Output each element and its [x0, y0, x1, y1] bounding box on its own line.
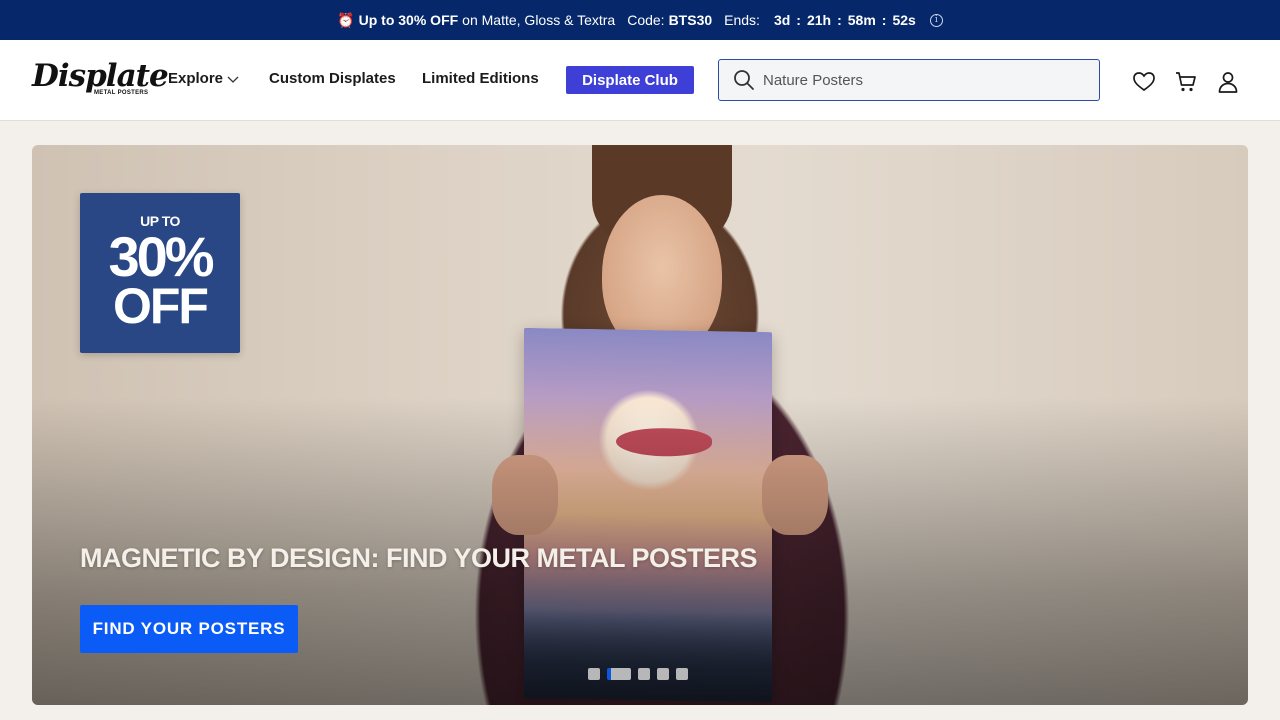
carousel-dots	[588, 668, 688, 680]
discount-badge: UP TO 30% OFF	[80, 193, 240, 353]
carousel-dot-2[interactable]	[607, 668, 631, 680]
carousel-dot-4[interactable]	[657, 668, 669, 680]
promo-code-label: Code:	[627, 12, 665, 28]
info-icon[interactable]: i	[929, 13, 943, 27]
carousel-dot-5[interactable]	[676, 668, 688, 680]
alarm-clock-icon: ⏰	[337, 11, 355, 28]
hero-title: MAGNETIC BY DESIGN: FIND YOUR METAL POST…	[80, 543, 758, 573]
cart-icon[interactable]	[1174, 70, 1198, 94]
nav-custom-displates[interactable]: Custom Displates	[269, 70, 396, 87]
chevron-down-icon	[227, 76, 239, 83]
countdown-minutes: 58m	[847, 12, 876, 28]
countdown-days: 3d	[773, 12, 791, 28]
carousel-dot-1[interactable]	[588, 668, 600, 680]
countdown-timer: 3d : 21h : 58m : 52s	[773, 12, 916, 28]
user-icon[interactable]	[1216, 70, 1240, 94]
promo-text: on Matte, Gloss & Textra	[462, 12, 616, 28]
promo-code: BTS30	[668, 12, 713, 28]
search-input[interactable]	[763, 71, 1083, 89]
heart-icon[interactable]	[1132, 70, 1156, 94]
carousel-dot-3[interactable]	[638, 668, 650, 680]
countdown-hours: 21h	[806, 12, 832, 28]
search-bar[interactable]	[718, 59, 1100, 101]
hero-banner[interactable]: UP TO 30% OFF MAGNETIC BY DESIGN: FIND Y…	[32, 145, 1248, 705]
nav-limited-editions[interactable]: Limited Editions	[422, 70, 539, 87]
find-your-posters-button[interactable]: FIND YOUR POSTERS	[80, 605, 298, 653]
promo-ends-label: Ends:	[724, 12, 760, 28]
displate-club-button[interactable]: Displate Club	[566, 66, 694, 94]
site-header: Displate METAL POSTERS Explore Custom Di…	[0, 40, 1280, 121]
displate-logo[interactable]: Displate METAL POSTERS	[32, 60, 169, 100]
promo-bar: ⏰ Up to 30% OFF on Matte, Gloss & Textra…	[0, 0, 1280, 40]
search-icon	[734, 70, 754, 90]
promo-highlight: Up to 30% OFF	[358, 12, 459, 28]
countdown-seconds: 52s	[892, 12, 916, 28]
nav-explore[interactable]: Explore	[168, 70, 239, 87]
